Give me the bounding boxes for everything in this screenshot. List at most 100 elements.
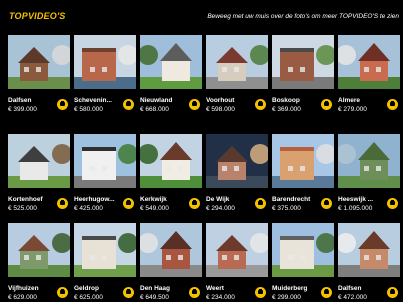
- listing-photo[interactable]: [206, 134, 268, 188]
- save-icon[interactable]: [321, 287, 332, 298]
- listing-photo[interactable]: [74, 223, 136, 277]
- save-icon[interactable]: [321, 198, 332, 209]
- listing-tile[interactable]: Kerkwijk € 549.000: [140, 134, 202, 220]
- listing-photo[interactable]: [140, 134, 202, 188]
- save-icon-glyph: [390, 289, 395, 294]
- listing-price: € 299.000: [272, 294, 301, 301]
- save-icon-glyph: [192, 289, 197, 294]
- listing-photo[interactable]: [8, 134, 70, 188]
- listing-photo[interactable]: [338, 223, 400, 277]
- listing-price: € 294.000: [206, 205, 235, 212]
- hover-hint: Beweeg met uw muis over de foto's om mee…: [207, 13, 399, 20]
- save-icon[interactable]: [57, 99, 68, 110]
- listing-name: Muiderberg: [272, 285, 308, 292]
- listing-name: Voorhout: [206, 97, 235, 104]
- page-title: TOPVIDEO'S: [9, 11, 66, 21]
- listing-tile[interactable]: Heeswijk ... € 1.095.000: [338, 134, 400, 220]
- listing-tile[interactable]: Den Haag € 649.500: [140, 223, 202, 302]
- listing-photo[interactable]: [272, 223, 334, 277]
- listing-photo[interactable]: [74, 35, 136, 89]
- listing-tile[interactable]: Weert € 234.000: [206, 223, 268, 302]
- save-icon[interactable]: [123, 287, 134, 298]
- listing-tile[interactable]: Nieuwland € 668.000: [140, 35, 202, 121]
- save-icon[interactable]: [387, 198, 398, 209]
- listing-name: Boskoop: [272, 97, 300, 104]
- save-icon-glyph: [126, 289, 131, 294]
- listing-tile[interactable]: Muiderberg € 299.000: [272, 223, 334, 302]
- save-icon-glyph: [324, 289, 329, 294]
- listing-price: € 234.000: [206, 294, 235, 301]
- listing-price: € 598.000: [206, 106, 235, 113]
- listing-name: Nieuwland: [140, 97, 173, 104]
- listing-name: Geldrop: [74, 285, 99, 292]
- listing-name: Dalfsen: [8, 97, 32, 104]
- listing-photo[interactable]: [338, 35, 400, 89]
- save-icon-glyph: [192, 200, 197, 205]
- save-icon-glyph: [390, 200, 395, 205]
- listing-name: Heeswijk ...: [338, 196, 374, 203]
- listing-photo[interactable]: [206, 35, 268, 89]
- save-icon[interactable]: [57, 287, 68, 298]
- listing-name: Kerkwijk: [140, 196, 167, 203]
- listing-photo[interactable]: [272, 134, 334, 188]
- listing-name: Almere: [338, 97, 361, 104]
- header: TOPVIDEO'S Beweeg met uw muis over de fo…: [0, 0, 403, 30]
- listing-tile[interactable]: Heerhugow... € 425.000: [74, 134, 136, 220]
- listing-price: € 279.000: [338, 106, 367, 113]
- save-icon[interactable]: [387, 99, 398, 110]
- save-icon[interactable]: [255, 198, 266, 209]
- listing-photo[interactable]: [272, 35, 334, 89]
- listing-tile[interactable]: Voorhout € 598.000: [206, 35, 268, 121]
- save-icon-glyph: [60, 289, 65, 294]
- save-icon-glyph: [258, 289, 263, 294]
- listing-tile[interactable]: Schevenin... € 580.000: [74, 35, 136, 121]
- save-icon[interactable]: [189, 198, 200, 209]
- listing-photo[interactable]: [206, 223, 268, 277]
- save-icon-glyph: [324, 101, 329, 106]
- save-icon-glyph: [126, 200, 131, 205]
- listing-tile[interactable]: Barendrecht € 375.000: [272, 134, 334, 220]
- save-icon[interactable]: [57, 198, 68, 209]
- listing-tile[interactable]: Dalfsen € 399.000: [8, 35, 70, 121]
- listing-price: € 425.000: [74, 205, 103, 212]
- listing-name: Weert: [206, 285, 224, 292]
- listing-price: € 580.000: [74, 106, 103, 113]
- save-icon-glyph: [60, 200, 65, 205]
- listing-name: Kortenhoef: [8, 196, 43, 203]
- listing-price: € 399.000: [8, 106, 37, 113]
- save-icon[interactable]: [387, 287, 398, 298]
- save-icon-glyph: [60, 101, 65, 106]
- save-icon-glyph: [126, 101, 131, 106]
- listing-price: € 649.500: [140, 294, 169, 301]
- listing-price: € 472.000: [338, 294, 367, 301]
- listing-photo[interactable]: [140, 223, 202, 277]
- save-icon[interactable]: [123, 198, 134, 209]
- listing-name: Vijfhuizen: [8, 285, 39, 292]
- listing-name: Dalfsen: [338, 285, 362, 292]
- listing-photo[interactable]: [8, 223, 70, 277]
- listing-tile[interactable]: Geldrop € 625.000: [74, 223, 136, 302]
- save-icon-glyph: [324, 200, 329, 205]
- save-icon-glyph: [258, 200, 263, 205]
- save-icon[interactable]: [255, 99, 266, 110]
- listing-grid: Dalfsen € 399.000 Schevenin... € 580.000 N…: [8, 35, 400, 302]
- listing-tile[interactable]: Kortenhoef € 525.000: [8, 134, 70, 220]
- listing-photo[interactable]: [338, 134, 400, 188]
- listing-photo[interactable]: [140, 35, 202, 89]
- listing-photo[interactable]: [8, 35, 70, 89]
- save-icon[interactable]: [189, 287, 200, 298]
- listing-name: Schevenin...: [74, 97, 112, 104]
- listing-price: € 629.000: [8, 294, 37, 301]
- listing-tile[interactable]: De Wijk € 294.000: [206, 134, 268, 220]
- listing-price: € 525.000: [8, 205, 37, 212]
- listing-tile[interactable]: Almere € 279.000: [338, 35, 400, 121]
- listing-tile[interactable]: Boskoop € 369.000: [272, 35, 334, 121]
- listing-tile[interactable]: Vijfhuizen € 629.000: [8, 223, 70, 302]
- listing-name: De Wijk: [206, 196, 230, 203]
- save-icon[interactable]: [123, 99, 134, 110]
- listing-photo[interactable]: [74, 134, 136, 188]
- save-icon[interactable]: [189, 99, 200, 110]
- listing-tile[interactable]: Dalfsen € 472.000: [338, 223, 400, 302]
- save-icon[interactable]: [321, 99, 332, 110]
- save-icon[interactable]: [255, 287, 266, 298]
